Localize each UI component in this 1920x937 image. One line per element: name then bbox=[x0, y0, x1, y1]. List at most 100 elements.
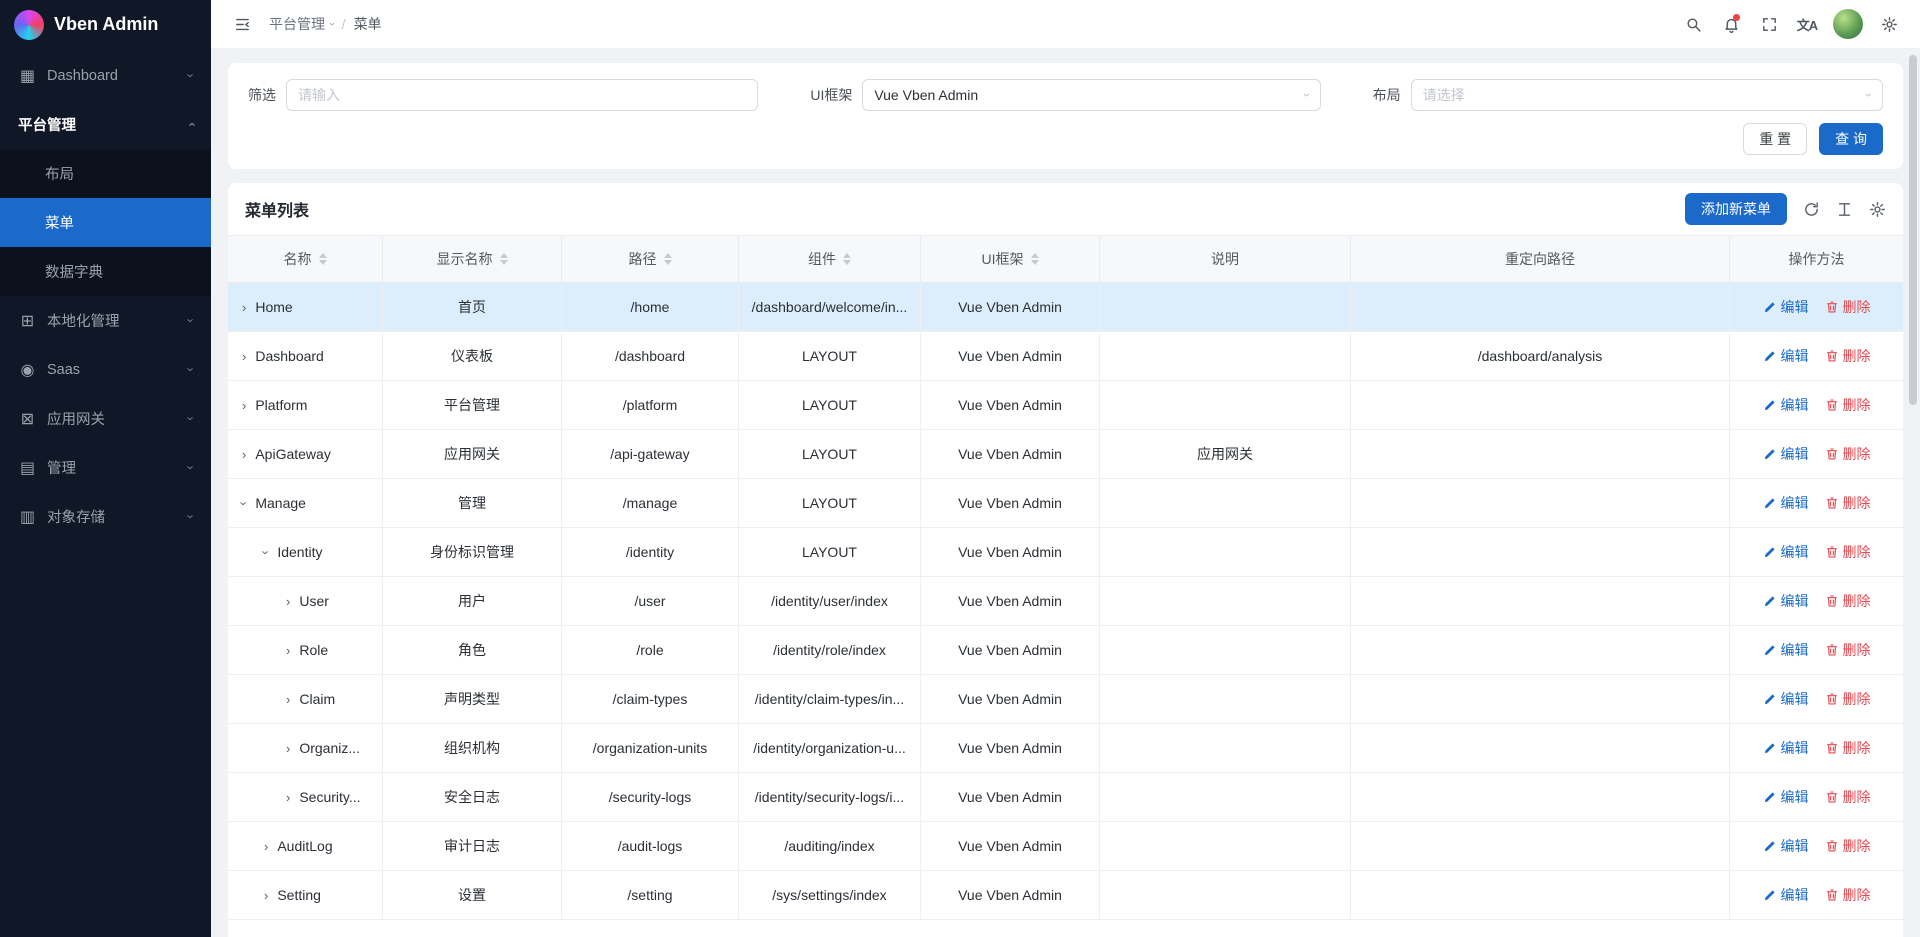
settings-button[interactable] bbox=[1872, 7, 1906, 41]
refresh-button[interactable] bbox=[1803, 201, 1820, 218]
table-row[interactable]: › User 用户 /user /identity/user/index Vue… bbox=[228, 577, 1903, 626]
delete-button[interactable]: 删除 bbox=[1825, 542, 1871, 562]
sidebar-item[interactable]: 平台管理 › bbox=[0, 100, 211, 149]
edit-button[interactable]: 编辑 bbox=[1763, 689, 1809, 709]
column-header[interactable]: 名称 bbox=[228, 236, 383, 282]
edit-button[interactable]: 编辑 bbox=[1763, 346, 1809, 366]
row-expand-icon[interactable]: › bbox=[237, 501, 252, 505]
table-row[interactable]: › Security... 安全日志 /security-logs /ident… bbox=[228, 773, 1903, 822]
filter-name-input[interactable] bbox=[286, 79, 758, 111]
query-button[interactable]: 查 询 bbox=[1819, 123, 1883, 155]
edit-button[interactable]: 编辑 bbox=[1763, 885, 1809, 905]
edit-button[interactable]: 编辑 bbox=[1763, 640, 1809, 660]
table-row[interactable]: › Dashboard 仪表板 /dashboard LAYOUT Vue Vb… bbox=[228, 332, 1903, 381]
sidebar-item[interactable]: 布局 › bbox=[0, 149, 211, 198]
column-settings-button[interactable] bbox=[1869, 201, 1886, 218]
row-expand-icon[interactable]: › bbox=[242, 300, 246, 315]
sidebar-item[interactable]: ▥ 对象存储 › bbox=[0, 492, 211, 541]
edit-button[interactable]: 编辑 bbox=[1763, 395, 1809, 415]
row-expand-icon[interactable]: › bbox=[259, 550, 274, 554]
table-row[interactable]: › Organiz... 组织机构 /organization-units /i… bbox=[228, 724, 1903, 773]
sidebar-fold-button[interactable] bbox=[225, 7, 259, 41]
chevron-icon: › bbox=[183, 416, 198, 420]
table-row[interactable]: › Setting 设置 /setting /sys/settings/inde… bbox=[228, 871, 1903, 920]
delete-button[interactable]: 删除 bbox=[1825, 689, 1871, 709]
table-row[interactable]: › Role 角色 /role /identity/role/index Vue… bbox=[228, 626, 1903, 675]
row-expand-icon[interactable]: › bbox=[242, 398, 246, 413]
language-button[interactable]: 文A bbox=[1790, 7, 1824, 41]
reset-button[interactable]: 重 置 bbox=[1743, 123, 1807, 155]
fullscreen-button[interactable] bbox=[1752, 7, 1786, 41]
layout-select[interactable]: 请选择 › bbox=[1411, 79, 1883, 111]
delete-button[interactable]: 删除 bbox=[1825, 885, 1871, 905]
table-row[interactable]: › Manage 管理 /manage LAYOUT Vue Vben Admi… bbox=[228, 479, 1903, 528]
edit-button[interactable]: 编辑 bbox=[1763, 444, 1809, 464]
delete-button[interactable]: 删除 bbox=[1825, 346, 1871, 366]
column-header[interactable]: 重定向路径 bbox=[1351, 236, 1730, 282]
delete-button[interactable]: 删除 bbox=[1825, 738, 1871, 758]
edit-button[interactable]: 编辑 bbox=[1763, 542, 1809, 562]
sort-icon[interactable] bbox=[664, 253, 672, 265]
edit-button[interactable]: 编辑 bbox=[1763, 836, 1809, 856]
row-expand-icon[interactable]: › bbox=[286, 594, 290, 609]
sidebar-item[interactable]: ⊠ 应用网关 › bbox=[0, 394, 211, 443]
delete-button[interactable]: 删除 bbox=[1825, 297, 1871, 317]
table-row[interactable]: › Claim 声明类型 /claim-types /identity/clai… bbox=[228, 675, 1903, 724]
row-expand-icon[interactable]: › bbox=[286, 741, 290, 756]
edit-button[interactable]: 编辑 bbox=[1763, 591, 1809, 611]
row-expand-icon[interactable]: › bbox=[286, 643, 290, 658]
delete-button[interactable]: 删除 bbox=[1825, 591, 1871, 611]
sort-icon[interactable] bbox=[1031, 253, 1039, 265]
sidebar-item[interactable]: ⊞ 本地化管理 › bbox=[0, 296, 211, 345]
sort-icon[interactable] bbox=[843, 253, 851, 265]
cell-ui-framework: Vue Vben Admin bbox=[921, 626, 1100, 674]
row-expand-icon[interactable]: › bbox=[286, 790, 290, 805]
delete-button[interactable]: 删除 bbox=[1825, 395, 1871, 415]
edit-button[interactable]: 编辑 bbox=[1763, 738, 1809, 758]
cell-actions: 编辑 删除 bbox=[1730, 430, 1903, 478]
add-menu-button[interactable]: 添加新菜单 bbox=[1685, 193, 1787, 225]
breadcrumb-root[interactable]: 平台管理 › bbox=[269, 14, 334, 34]
sidebar-item[interactable]: 菜单 › bbox=[0, 198, 211, 247]
row-expand-icon[interactable]: › bbox=[264, 888, 268, 903]
notifications-button[interactable] bbox=[1714, 7, 1748, 41]
column-header[interactable]: 组件 bbox=[739, 236, 921, 282]
row-expand-icon[interactable]: › bbox=[286, 692, 290, 707]
edit-button[interactable]: 编辑 bbox=[1763, 787, 1809, 807]
sidebar-item[interactable]: ◉ Saas › bbox=[0, 345, 211, 394]
user-avatar[interactable] bbox=[1833, 9, 1863, 39]
delete-button[interactable]: 删除 bbox=[1825, 836, 1871, 856]
table-row[interactable]: › Home 首页 /home /dashboard/welcome/in...… bbox=[228, 283, 1903, 332]
sidebar-item[interactable]: ▤ 管理 › bbox=[0, 443, 211, 492]
app-gateway-icon: ⊠ bbox=[18, 409, 37, 429]
scrollbar-thumb[interactable] bbox=[1909, 55, 1917, 405]
table-row[interactable]: › Identity 身份标识管理 /identity LAYOUT Vue V… bbox=[228, 528, 1903, 577]
logo[interactable]: Vben Admin bbox=[0, 0, 211, 49]
search-button[interactable] bbox=[1676, 7, 1710, 41]
sidebar-item[interactable]: 数据字典 › bbox=[0, 247, 211, 296]
row-expand-icon[interactable]: › bbox=[242, 349, 246, 364]
row-expand-icon[interactable]: › bbox=[264, 839, 268, 854]
sort-icon[interactable] bbox=[319, 253, 327, 265]
delete-button[interactable]: 删除 bbox=[1825, 493, 1871, 513]
table-row[interactable]: › ApiGateway 应用网关 /api-gateway LAYOUT Vu… bbox=[228, 430, 1903, 479]
row-height-button[interactable] bbox=[1836, 201, 1853, 218]
column-header[interactable]: 路径 bbox=[562, 236, 739, 282]
delete-button[interactable]: 删除 bbox=[1825, 640, 1871, 660]
framework-select[interactable]: Vue Vben Admin › bbox=[862, 79, 1320, 111]
delete-button[interactable]: 删除 bbox=[1825, 787, 1871, 807]
column-header[interactable]: UI框架 bbox=[921, 236, 1100, 282]
page-scrollbar[interactable] bbox=[1906, 49, 1920, 937]
column-header[interactable]: 显示名称 bbox=[383, 236, 562, 282]
sidebar-item[interactable]: ▦ Dashboard › bbox=[0, 51, 211, 100]
cell-redirect-path bbox=[1351, 577, 1730, 625]
delete-button[interactable]: 删除 bbox=[1825, 444, 1871, 464]
edit-button[interactable]: 编辑 bbox=[1763, 493, 1809, 513]
row-expand-icon[interactable]: › bbox=[242, 447, 246, 462]
table-row[interactable]: › AuditLog 审计日志 /audit-logs /auditing/in… bbox=[228, 822, 1903, 871]
table-row[interactable]: › Platform 平台管理 /platform LAYOUT Vue Vbe… bbox=[228, 381, 1903, 430]
column-header[interactable]: 操作方法 bbox=[1730, 236, 1903, 282]
edit-button[interactable]: 编辑 bbox=[1763, 297, 1809, 317]
sort-icon[interactable] bbox=[500, 253, 508, 265]
column-header[interactable]: 说明 bbox=[1100, 236, 1351, 282]
